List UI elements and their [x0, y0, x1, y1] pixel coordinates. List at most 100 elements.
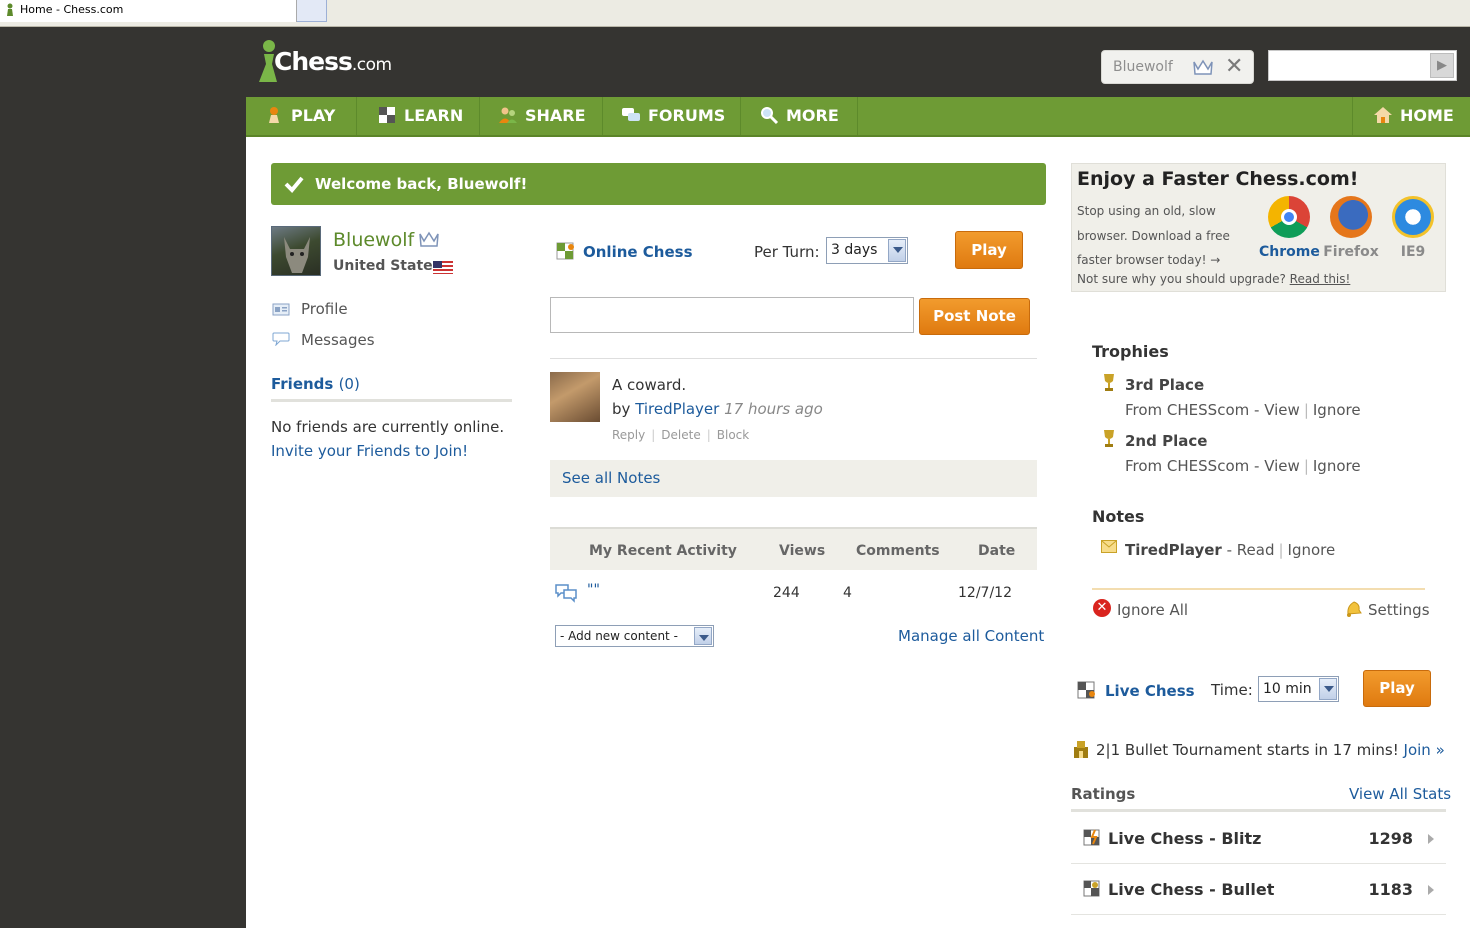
profile-link[interactable]: Profile	[301, 300, 348, 318]
rating-name: Live Chess - Blitz	[1108, 829, 1262, 848]
checkmark-icon	[284, 176, 304, 193]
note-text: A coward.	[612, 376, 687, 394]
trophy-meta: From CHESScom - View | Ignore	[1125, 457, 1361, 475]
activity-col-comments: Comments	[856, 543, 940, 559]
notes-heading: Notes	[1092, 507, 1145, 526]
firefox-download[interactable]: Firefox	[1321, 196, 1381, 260]
note-author-avatar[interactable]	[550, 372, 600, 422]
live-time-select[interactable]: 10 min	[1258, 676, 1339, 702]
main-nav: PLAY LEARN SHARE FORUMS MORE HOME	[246, 97, 1470, 137]
rating-row[interactable]: Live Chess - Bullet 1183	[1071, 864, 1446, 915]
no-friends-text: No friends are currently online.	[271, 418, 505, 436]
envelope-icon	[1101, 540, 1117, 553]
trophies-heading: Trophies	[1092, 342, 1169, 361]
ie9-icon	[1392, 196, 1434, 238]
close-icon[interactable]: ✕	[1225, 54, 1243, 79]
nav-play[interactable]: PLAY	[246, 97, 357, 135]
nav-home[interactable]: HOME	[1352, 97, 1470, 135]
note-read-link[interactable]: Read	[1237, 541, 1275, 559]
invite-friends-link[interactable]: Invite your Friends to Join!	[271, 442, 468, 460]
live-play-button[interactable]: Play	[1363, 670, 1431, 707]
profile-card-icon	[272, 303, 290, 316]
nav-share[interactable]: SHARE	[480, 97, 603, 135]
activity-table-header: My Recent Activity Views Comments Date	[550, 527, 1037, 570]
rating-name: Live Chess - Bullet	[1108, 880, 1275, 899]
chevron-right-icon	[1428, 885, 1434, 895]
trophy-ignore-link[interactable]: Ignore	[1313, 457, 1361, 475]
see-all-notes-link[interactable]: See all Notes	[562, 469, 660, 487]
per-turn-select[interactable]: 3 days	[826, 237, 908, 264]
logo-text: Chess.com	[274, 47, 392, 76]
activity-col-date: Date	[978, 543, 1016, 559]
trophy-view-link[interactable]: View	[1264, 457, 1300, 475]
diamond-membership-crown-icon	[1193, 59, 1213, 75]
forum-post-icon	[555, 584, 577, 603]
tournament-icon	[1074, 741, 1088, 758]
ie9-download[interactable]: IE9	[1383, 196, 1443, 260]
nav-more[interactable]: MORE	[741, 97, 858, 135]
live-chess-link[interactable]: Live Chess	[1105, 682, 1195, 700]
rating-value: 1183	[1368, 880, 1413, 899]
friends-heading[interactable]: Friends (0)	[271, 375, 360, 393]
friends-divider	[271, 399, 512, 402]
activity-title-link[interactable]: ""	[587, 582, 600, 598]
magnifier-icon	[761, 107, 779, 125]
trophy-name: 2nd Place	[1125, 432, 1208, 450]
chrome-download[interactable]: Chrome	[1259, 196, 1320, 260]
browser-tab[interactable]: Home - Chess.com	[0, 0, 297, 22]
profile-country: United States	[333, 258, 441, 274]
trophy-ignore-link[interactable]: Ignore	[1313, 401, 1361, 419]
note-ignore-link[interactable]: Ignore	[1288, 541, 1336, 559]
nav-learn[interactable]: LEARN	[357, 97, 480, 135]
view-all-stats-link[interactable]: View All Stats	[1349, 785, 1451, 803]
profile-username-link[interactable]: Bluewolf	[333, 229, 414, 251]
block-link[interactable]: Block	[717, 428, 749, 442]
note-notification-author[interactable]: TiredPlayer	[1125, 541, 1222, 559]
nav-forums[interactable]: FORUMS	[603, 97, 741, 135]
pawn-favicon-icon	[7, 3, 13, 16]
chevron-down-icon	[694, 627, 712, 645]
ignore-all-link[interactable]: Ignore All	[1117, 601, 1188, 619]
search-submit-button[interactable]: ▶	[1430, 53, 1454, 78]
note-author-link[interactable]: TiredPlayer	[635, 400, 719, 418]
user-chip-name: Bluewolf	[1113, 59, 1173, 75]
delete-link[interactable]: Delete	[661, 428, 700, 442]
time-label: Time:	[1211, 681, 1253, 699]
note-input[interactable]	[550, 297, 914, 333]
user-chip[interactable]: Bluewolf ✕	[1101, 50, 1254, 84]
notification-settings-link[interactable]: Settings	[1368, 601, 1430, 619]
speech-bubbles-icon	[622, 108, 640, 121]
manage-content-link[interactable]: Manage all Content	[898, 627, 1044, 645]
messages-link[interactable]: Messages	[301, 331, 375, 349]
user-avatar[interactable]	[271, 226, 321, 276]
board-icon	[379, 107, 395, 123]
note-notification: TiredPlayer - Read | Ignore	[1125, 541, 1336, 559]
per-turn-label: Per Turn:	[754, 243, 820, 261]
live-chess-board-icon	[1077, 681, 1095, 699]
promo-body: Stop using an old, slow browser. Downloa…	[1077, 204, 1230, 267]
speech-bubble-icon	[272, 332, 290, 346]
online-play-button[interactable]: Play	[955, 231, 1023, 269]
trophy-icon	[1104, 374, 1114, 391]
bell-icon	[1347, 601, 1362, 617]
trophy-view-link[interactable]: View	[1264, 401, 1300, 419]
promo-footnote: Not sure why you should upgrade? Read th…	[1077, 272, 1351, 286]
tournament-join-link[interactable]: Join »	[1404, 741, 1445, 759]
chesscom-logo[interactable]: Chess.com	[258, 38, 398, 86]
rating-row[interactable]: Live Chess - Blitz 1298	[1071, 813, 1446, 864]
read-this-link[interactable]: Read this!	[1290, 272, 1351, 286]
reply-link[interactable]: Reply	[612, 428, 645, 442]
activity-comments: 4	[843, 585, 852, 601]
post-note-button[interactable]: Post Note	[919, 298, 1030, 335]
chrome-icon	[1268, 196, 1310, 238]
welcome-banner: Welcome back, Bluewolf!	[271, 163, 1046, 205]
firefox-icon	[1330, 196, 1372, 238]
add-content-select[interactable]: - Add new content -	[555, 625, 714, 647]
online-chess-link[interactable]: Online Chess	[583, 243, 693, 261]
trophy-meta: From CHESScom - View | Ignore	[1125, 401, 1361, 419]
new-tab-button[interactable]	[297, 0, 327, 22]
chevron-down-icon	[888, 239, 906, 262]
rating-value: 1298	[1368, 829, 1413, 848]
activity-views: 244	[773, 585, 800, 601]
search-input[interactable]: ▶	[1268, 50, 1457, 81]
